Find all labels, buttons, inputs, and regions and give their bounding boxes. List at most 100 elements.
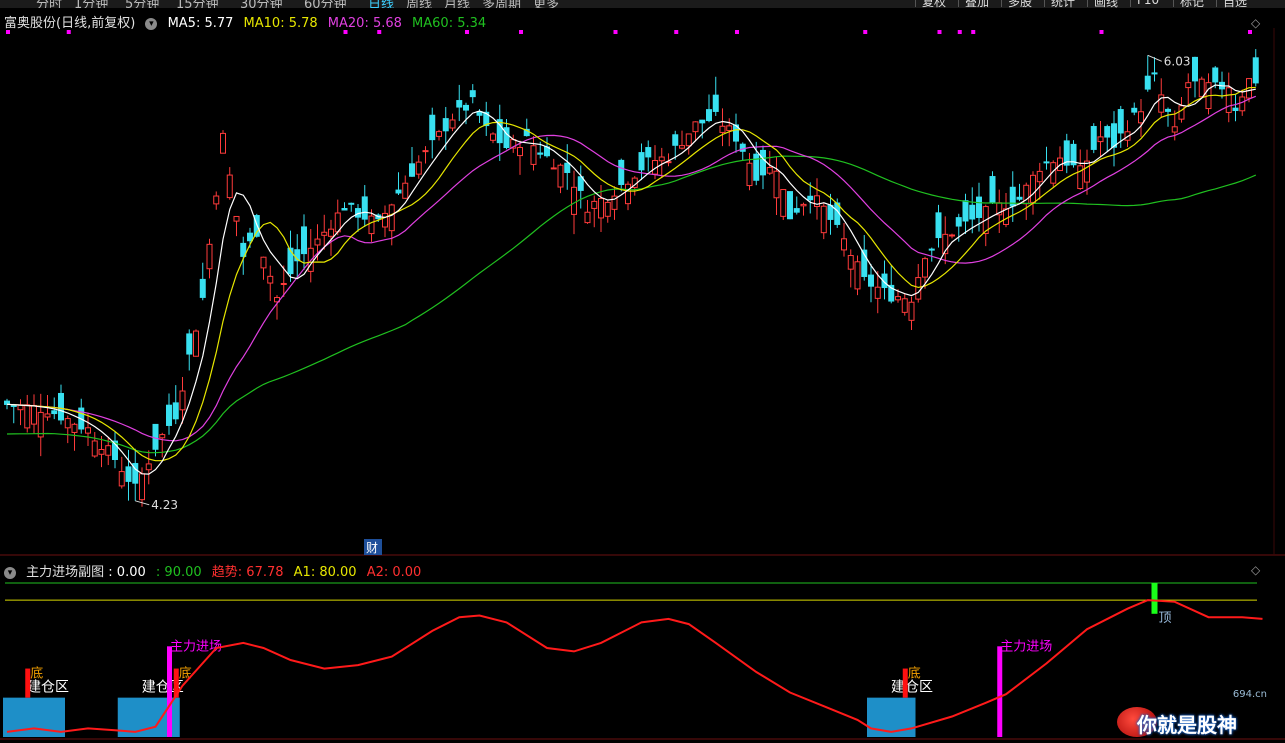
- candle-down: [469, 90, 476, 98]
- high-label: 6.03: [1164, 54, 1191, 68]
- candle-up: [550, 167, 557, 170]
- candle-up: [1030, 174, 1036, 203]
- candle-down: [361, 196, 368, 220]
- candle-down: [409, 163, 415, 177]
- signal-tick: [1099, 30, 1104, 34]
- finance-badge-label: 财: [366, 541, 378, 555]
- candle-up: [226, 174, 233, 199]
- candle-up: [679, 145, 685, 149]
- candle-up: [820, 205, 827, 234]
- candle-down: [51, 410, 58, 415]
- ma60-line: [6, 155, 1257, 454]
- candle-up: [436, 131, 442, 137]
- candle-up: [922, 258, 928, 278]
- period-tab[interactable]: 分时: [36, 0, 62, 8]
- period-tab[interactable]: 60分钟: [304, 0, 347, 8]
- bottom-signal-label: 底: [30, 666, 43, 682]
- candle-down: [969, 204, 976, 220]
- candle-up: [854, 261, 861, 290]
- candle-up: [895, 296, 901, 301]
- top-signal-bar: [1151, 583, 1158, 614]
- toolbar-button[interactable]: 标记: [1173, 0, 1210, 8]
- candle-up: [625, 183, 631, 205]
- candle-up: [368, 215, 375, 235]
- low-label: 4.23: [151, 498, 178, 512]
- period-tab[interactable]: 多周期: [482, 0, 521, 8]
- candle-up: [1171, 126, 1178, 133]
- period-tab[interactable]: 月线: [444, 0, 470, 8]
- toolbar-button[interactable]: 叠加: [958, 0, 995, 8]
- signal-tick: [735, 30, 739, 34]
- candle-down: [928, 248, 935, 251]
- candle-up: [847, 255, 854, 270]
- signal-tick: [937, 30, 942, 34]
- main-force-label: 主力进场: [170, 639, 222, 654]
- candle-up: [260, 256, 267, 269]
- candle-down: [1192, 56, 1198, 82]
- toolbar-button[interactable]: 自选: [1216, 0, 1253, 8]
- main-force-label: 主力进场: [1000, 639, 1052, 654]
- candle-down: [706, 109, 712, 122]
- candle-down: [152, 423, 159, 450]
- period-tab[interactable]: 周线: [406, 0, 432, 8]
- candle-up: [402, 182, 409, 199]
- candle-down: [199, 278, 206, 298]
- candle-up: [773, 170, 780, 199]
- candle-down: [1117, 109, 1124, 134]
- candle-down: [638, 152, 645, 171]
- period-tab[interactable]: 5分钟: [125, 0, 159, 8]
- signal-tick: [674, 30, 679, 34]
- candle-up: [415, 161, 422, 175]
- period-tab[interactable]: 30分钟: [240, 0, 283, 8]
- candle-up: [571, 186, 577, 215]
- candle-up: [314, 238, 321, 246]
- candle-up: [726, 125, 733, 132]
- candle-down: [787, 191, 793, 220]
- candle-up: [1225, 87, 1232, 113]
- diamond-icon: ◇: [1251, 563, 1261, 577]
- candle-up: [328, 228, 334, 237]
- candle-down: [1151, 72, 1158, 75]
- main-force-bar: [997, 646, 1003, 737]
- toolbar-button[interactable]: F10: [1130, 0, 1165, 7]
- candle-up: [91, 440, 98, 457]
- candle-up: [584, 211, 591, 224]
- signal-tick: [957, 30, 962, 34]
- trend-line: [6, 599, 1263, 733]
- candle-up: [685, 133, 692, 147]
- candle-down: [166, 404, 172, 426]
- watermark-brand: 你就是股神: [1137, 713, 1237, 737]
- period-tab[interactable]: 更多: [533, 0, 559, 8]
- signal-tick: [465, 30, 469, 34]
- candle-up: [213, 195, 220, 205]
- toolbar-button[interactable]: 统计: [1044, 0, 1081, 8]
- candle-down: [712, 94, 719, 112]
- candle-down: [753, 153, 760, 181]
- candle-down: [463, 104, 469, 111]
- candle-down: [1090, 126, 1097, 150]
- signal-tick: [613, 30, 618, 34]
- toolbar-button[interactable]: 画线: [1087, 0, 1124, 8]
- toolbar-button[interactable]: 多股: [1001, 0, 1038, 8]
- candle-up: [908, 301, 915, 321]
- candle-up: [31, 404, 37, 425]
- candle-up: [1036, 170, 1043, 183]
- candle-up: [780, 189, 787, 217]
- signal-tick: [1248, 30, 1252, 34]
- candle-down: [125, 466, 132, 482]
- signal-tick: [343, 30, 348, 34]
- candle-down: [456, 100, 463, 108]
- candle-up: [388, 204, 395, 232]
- candle-up: [139, 473, 145, 501]
- candle-up: [1178, 105, 1185, 120]
- toolbar-button[interactable]: 复权: [915, 0, 952, 8]
- candle-up: [1097, 136, 1104, 143]
- period-tab[interactable]: 15分钟: [176, 0, 219, 8]
- period-tab[interactable]: 日线: [368, 0, 394, 8]
- candle-down: [1104, 126, 1111, 138]
- candle-up: [1003, 208, 1009, 225]
- candle-down: [341, 208, 348, 211]
- stock-chart[interactable]: ◇◇6.034.23财建仓区 建仓区 建仓区底主力进场底 底主力进场顶: [0, 8, 1285, 743]
- period-tab[interactable]: 1分钟: [74, 0, 108, 8]
- candle-down: [645, 147, 652, 158]
